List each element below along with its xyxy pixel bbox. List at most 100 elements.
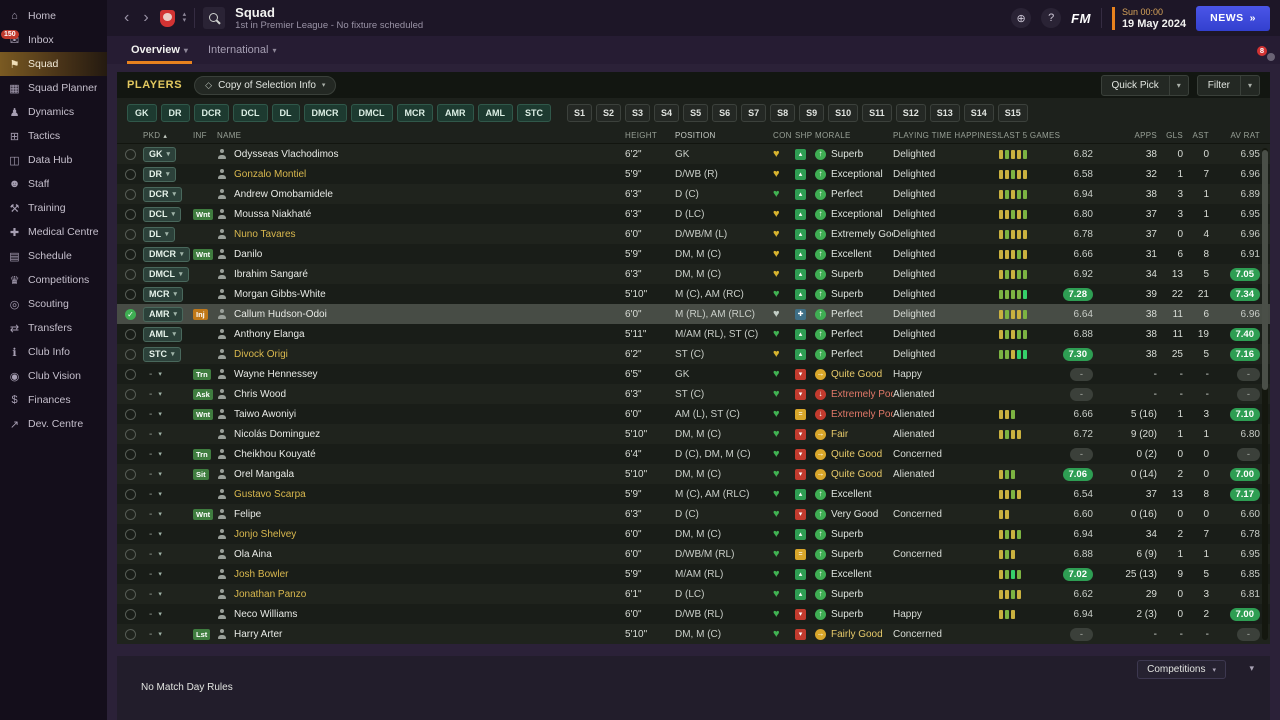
- slot-filter-s5[interactable]: S5: [683, 104, 709, 122]
- column-header-morale[interactable]: MORALE: [815, 131, 893, 140]
- row-checkbox[interactable]: ✓: [125, 308, 136, 320]
- player-name[interactable]: Josh Bowler: [234, 569, 288, 580]
- tab-overview[interactable]: Overview ▾: [121, 36, 198, 64]
- table-row[interactable]: DMCL ▾ Ibrahim Sangaré 6'3" DM, M (C) ♥ ▴ ↑ Supe…: [117, 264, 1270, 284]
- sidebar-item-medical-centre[interactable]: ✚ Medical Centre: [0, 220, 107, 244]
- sidebar-item-squad[interactable]: ⚑ Squad: [0, 52, 107, 76]
- picked-position-badge[interactable]: - ▾: [143, 629, 162, 640]
- sidebar-item-club-vision[interactable]: ◉ Club Vision: [0, 364, 107, 388]
- position-filter-stc[interactable]: STC: [517, 104, 551, 122]
- column-header-happy[interactable]: PLAYING TIME HAPPINESS: [893, 131, 999, 140]
- slot-filter-s3[interactable]: S3: [625, 104, 651, 122]
- row-checkbox[interactable]: [125, 188, 136, 200]
- picked-position-badge[interactable]: - ▾: [143, 409, 162, 420]
- position-filter-mcr[interactable]: MCR: [396, 104, 433, 122]
- row-checkbox[interactable]: [125, 488, 136, 500]
- table-row[interactable]: ✓ AMR ▾ Inj Callum Hudson-Odoi 6'0" M (RL), AM…: [117, 304, 1270, 324]
- world-icon[interactable]: ⊕: [1011, 8, 1032, 28]
- player-name[interactable]: Divock Origi: [234, 349, 288, 360]
- table-row[interactable]: DR ▾ Gonzalo Montiel 5'9" D/WB (R) ♥ ▴ ↑ Excepti…: [117, 164, 1270, 184]
- slot-filter-s15[interactable]: S15: [997, 104, 1028, 122]
- sidebar-item-schedule[interactable]: ▤ Schedule: [0, 244, 107, 268]
- slot-filter-s7[interactable]: S7: [741, 104, 767, 122]
- picked-position-badge[interactable]: DMCL ▾: [143, 266, 189, 282]
- picked-position-badge[interactable]: DCL ▾: [143, 206, 182, 222]
- help-icon[interactable]: ?: [1041, 8, 1062, 28]
- picked-position-badge[interactable]: MCR ▾: [143, 286, 184, 302]
- picked-position-badge[interactable]: GK ▾: [143, 146, 177, 162]
- player-name[interactable]: Andrew Omobamidele: [234, 189, 333, 200]
- position-filter-dmcr[interactable]: DMCR: [303, 104, 347, 122]
- slot-filter-s9[interactable]: S9: [799, 104, 825, 122]
- slot-filter-s2[interactable]: S2: [596, 104, 622, 122]
- table-row[interactable]: - ▾ Sit Orel Mangala 5'10" DM, M (C) ♥ ▾ → Quite …: [117, 464, 1270, 484]
- row-checkbox[interactable]: [125, 508, 136, 520]
- slot-filter-s11[interactable]: S11: [862, 104, 892, 122]
- table-row[interactable]: GK ▾ Odysseas Vlachodimos 6'2" GK ♥ ▴ ↑ Superb De…: [117, 144, 1270, 164]
- player-name[interactable]: Anthony Elanga: [234, 329, 305, 340]
- table-row[interactable]: - ▾ Trn Cheikhou Kouyaté 6'4" D (C), DM, M (C…: [117, 444, 1270, 464]
- row-checkbox[interactable]: [125, 368, 136, 380]
- sidebar-item-transfers[interactable]: ⇄ Transfers: [0, 316, 107, 340]
- sidebar-item-data-hub[interactable]: ◫ Data Hub: [0, 148, 107, 172]
- column-header-pos[interactable]: POSITION: [675, 131, 773, 140]
- slot-filter-s8[interactable]: S8: [770, 104, 796, 122]
- picked-position-badge[interactable]: - ▾: [143, 449, 162, 460]
- picked-position-badge[interactable]: DR ▾: [143, 166, 176, 182]
- picked-position-badge[interactable]: - ▾: [143, 429, 162, 440]
- player-name[interactable]: Gustavo Scarpa: [234, 489, 306, 500]
- chevron-down-icon[interactable]: ▾: [1239, 75, 1259, 95]
- row-checkbox[interactable]: [125, 268, 136, 280]
- column-header-gls[interactable]: GLS: [1157, 131, 1183, 140]
- row-checkbox[interactable]: [125, 468, 136, 480]
- column-header-name[interactable]: NAME: [217, 131, 625, 140]
- vertical-scrollbar[interactable]: [1262, 148, 1268, 640]
- player-name[interactable]: Callum Hudson-Odoi: [234, 309, 327, 320]
- row-checkbox[interactable]: [125, 628, 136, 640]
- table-row[interactable]: - ▾ Wnt Felipe 6'3" D (C) ♥ ▾ ↑ Very Good Concerne…: [117, 504, 1270, 524]
- picked-position-badge[interactable]: - ▾: [143, 549, 162, 560]
- row-checkbox[interactable]: [125, 448, 136, 460]
- position-filter-gk[interactable]: GK: [127, 104, 157, 122]
- position-filter-dmcl[interactable]: DMCL: [350, 104, 393, 122]
- picked-position-badge[interactable]: - ▾: [143, 369, 162, 380]
- player-name[interactable]: Jonjo Shelvey: [234, 529, 296, 540]
- column-header-shp[interactable]: SHP: [795, 131, 815, 140]
- player-name[interactable]: Harry Arter: [234, 629, 282, 640]
- picked-position-badge[interactable]: - ▾: [143, 609, 162, 620]
- column-header-avrat[interactable]: AV RAT: [1209, 131, 1260, 140]
- position-filter-dcl[interactable]: DCL: [233, 104, 268, 122]
- row-checkbox[interactable]: [125, 528, 136, 540]
- row-checkbox[interactable]: [125, 428, 136, 440]
- player-name[interactable]: Morgan Gibbs-White: [234, 289, 326, 300]
- forward-arrow-icon[interactable]: ›: [140, 10, 151, 26]
- table-row[interactable]: STC ▾ Divock Origi 6'2" ST (C) ♥ ▴ ↑ Perfect Deli…: [117, 344, 1270, 364]
- player-name[interactable]: Ibrahim Sangaré: [234, 269, 308, 280]
- column-header-ast[interactable]: AST: [1183, 131, 1209, 140]
- picked-position-badge[interactable]: - ▾: [143, 509, 162, 520]
- column-header-con[interactable]: CON: [773, 131, 795, 140]
- picked-position-badge[interactable]: STC ▾: [143, 346, 181, 362]
- row-checkbox[interactable]: [125, 408, 136, 420]
- competitions-dropdown[interactable]: Competitions ▾: [1137, 660, 1226, 679]
- player-name[interactable]: Nicolás Dominguez: [234, 429, 320, 440]
- player-name[interactable]: Ola Aina: [234, 549, 272, 560]
- row-checkbox[interactable]: [125, 388, 136, 400]
- row-checkbox[interactable]: [125, 288, 136, 300]
- picked-position-badge[interactable]: - ▾: [143, 529, 162, 540]
- column-header-pkd[interactable]: PKD ▴: [143, 131, 193, 140]
- player-name[interactable]: Wayne Hennessey: [234, 369, 318, 380]
- table-row[interactable]: DL ▾ Nuno Tavares 6'0" D/WB/M (L) ♥ ▴ ↑ Extremel…: [117, 224, 1270, 244]
- filter-button[interactable]: Filter ▾: [1196, 74, 1260, 96]
- table-row[interactable]: - ▾ Ola Aina 6'0" D/WB/M (RL) ♥ = ↑ Superb Concer…: [117, 544, 1270, 564]
- back-arrow-icon[interactable]: ‹: [121, 10, 132, 26]
- row-checkbox[interactable]: [125, 208, 136, 220]
- row-checkbox[interactable]: [125, 148, 136, 160]
- table-row[interactable]: - ▾ Neco Williams 6'0" D/WB (RL) ♥ ▾ ↑ Superb Hap…: [117, 604, 1270, 624]
- player-name[interactable]: Neco Williams: [234, 609, 297, 620]
- sidebar-item-club-info[interactable]: ℹ Club Info: [0, 340, 107, 364]
- picked-position-badge[interactable]: DMCR ▾: [143, 246, 190, 262]
- table-row[interactable]: - ▾ Gustavo Scarpa 5'9" M (C), AM (RLC) ♥ ▴ ↑ Ex…: [117, 484, 1270, 504]
- slot-filter-s12[interactable]: S12: [895, 104, 926, 122]
- position-filter-dcr[interactable]: DCR: [193, 104, 229, 122]
